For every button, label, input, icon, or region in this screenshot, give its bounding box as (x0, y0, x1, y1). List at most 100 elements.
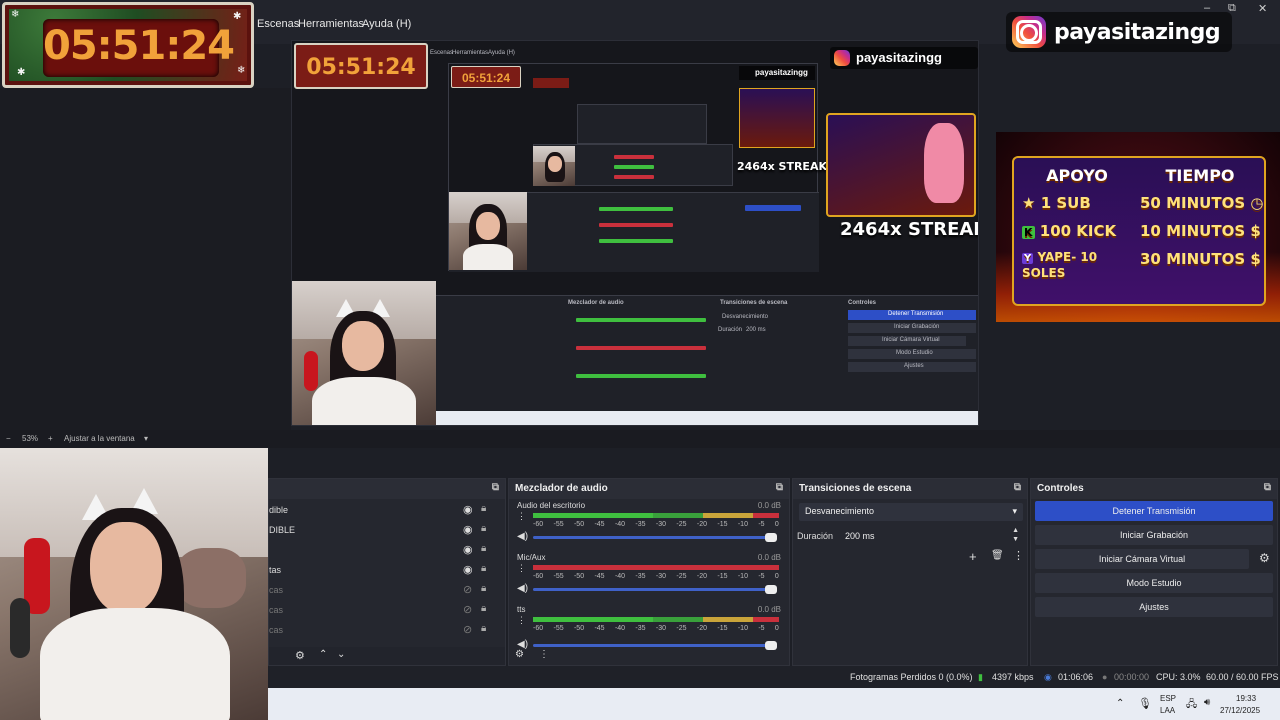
streak-label: 2464x STREAK (840, 219, 979, 240)
channel-name: Audio del escritorio (517, 501, 586, 510)
nested-studio-mode-label: Modo Estudio (896, 350, 933, 356)
network-icon[interactable]: 🖧︎ (1186, 697, 1197, 714)
chevron-up-icon[interactable]: ⌃ (319, 649, 327, 660)
virtual-camera-button[interactable]: Iniciar Cámara Virtual (1035, 549, 1249, 569)
eye-hidden-icon[interactable]: ⊘ (463, 603, 472, 616)
chevron-down-icon[interactable]: ▾ (144, 434, 148, 443)
lock-icon[interactable]: 🔒︎ (481, 543, 486, 554)
undock-icon[interactable]: ⧉ (776, 482, 783, 493)
undock-icon[interactable]: ⧉ (1014, 482, 1021, 493)
nested-menu-herramientas: Herramientas (452, 50, 489, 56)
source-row[interactable]: DIBLE ◉ 🔒︎ (269, 521, 505, 541)
support-row-yape-left: Y YAPE- 10 SOLES (1022, 250, 1132, 280)
volume-meter: -60 -55 -50 -45 -40 -35 -30 -25 -20 -15 -10 -5 0 (533, 565, 779, 580)
stop-stream-button[interactable]: Detener Transmisión (1035, 501, 1273, 521)
undock-icon[interactable]: ⧉ (492, 482, 499, 493)
sources-toolbar: ⚙ ⌃ ⌄ (269, 647, 505, 665)
eye-hidden-icon[interactable]: ⊘ (463, 623, 472, 636)
kebab-menu-icon[interactable]: ⋮ (1013, 549, 1024, 562)
zoom-out-button[interactable]: − (6, 434, 11, 443)
speaker-icon[interactable]: ◀) (517, 583, 528, 594)
volume-slider[interactable] (533, 533, 777, 542)
lock-icon[interactable]: 🔒︎ (481, 523, 486, 534)
source-name: dible (269, 505, 289, 515)
undock-icon[interactable]: ⧉ (1264, 482, 1271, 493)
fps: 60.00 / 60.00 FPS (1206, 672, 1279, 682)
nested-handle: payasitazingg (755, 68, 808, 77)
start-record-button[interactable]: Iniciar Grabación (1035, 525, 1273, 545)
nested-timer: 05:51:24 (294, 43, 428, 89)
eye-icon[interactable]: ◉ (463, 543, 473, 556)
volume-slider[interactable] (533, 585, 777, 594)
lock-icon[interactable]: 🔒︎ (481, 623, 486, 634)
support-card: APOYO TIEMPO ★ 1 SUB 50 MINUTOS ◷ K 100 … (1012, 156, 1266, 306)
language-top[interactable]: ESP (1160, 694, 1176, 703)
add-transition-icon[interactable]: + (969, 549, 977, 564)
nested-webcam (292, 281, 436, 425)
meter-tick-label: -60 (533, 573, 544, 580)
kebab-menu-icon[interactable]: ⋮ (517, 511, 526, 522)
meter-tick-label: -50 (573, 625, 585, 632)
support-row-sub-value: 50 MINUTOS (1140, 194, 1246, 212)
transition-select[interactable]: Desvanecimiento ▾ (799, 503, 1023, 521)
nested-controls-title: Controles (848, 300, 877, 306)
money-bag-icon: $ (1250, 250, 1261, 268)
zoom-in-button[interactable]: + (48, 434, 53, 443)
nested-menu-escenas: Escenas (430, 50, 454, 56)
source-name: cas (269, 625, 284, 635)
clock-date[interactable]: 27/12/2025 (1220, 706, 1260, 715)
lock-icon[interactable]: 🔒︎ (481, 503, 486, 514)
stepper-down-icon[interactable]: ▼ (1012, 536, 1019, 543)
support-row-sub-label: 1 SUB (1040, 194, 1091, 212)
zoom-fit-select[interactable]: Ajustar a la ventana (64, 434, 135, 443)
microphone-icon[interactable]: 🎙︎ (1138, 697, 1152, 710)
timer-value: 05:51:24 (43, 23, 235, 69)
support-panel: APOYO TIEMPO ★ 1 SUB 50 MINUTOS ◷ K 100 … (996, 132, 1280, 322)
eye-icon[interactable]: ◉ (463, 523, 473, 536)
kebab-menu-icon[interactable]: ⋮ (539, 649, 549, 660)
language-bottom[interactable]: LAA (1160, 706, 1175, 715)
eye-icon[interactable]: ◉ (463, 563, 473, 576)
trash-icon[interactable]: 🗑︎ (991, 550, 1004, 561)
speaker-icon[interactable]: ◀) (517, 531, 528, 542)
volume-meter: -60 -55 -50 -45 -40 -35 -30 -25 -20 -15 -10 -5 0 (533, 617, 779, 632)
eye-icon[interactable]: ◉ (463, 503, 473, 516)
studio-mode-button[interactable]: Modo Estudio (1035, 573, 1273, 593)
meter-tick-label: -45 (594, 521, 605, 528)
source-row[interactable]: ◉ 🔒︎ (269, 541, 505, 561)
lock-icon[interactable]: 🔒︎ (481, 603, 486, 614)
volume-slider[interactable] (533, 641, 777, 650)
source-row[interactable]: cas ⊘ 🔒︎ (269, 621, 505, 641)
duration-input[interactable]: 200 ms ▲ ▼ (839, 527, 1023, 545)
lock-icon[interactable]: 🔒︎ (481, 563, 486, 574)
source-row[interactable]: dible ◉ 🔒︎ (269, 501, 505, 521)
star-icon: ★ (1022, 194, 1036, 212)
chevron-down-icon[interactable]: ⌄ (337, 649, 345, 660)
source-row[interactable]: cas ⊘ 🔒︎ (269, 601, 505, 621)
close-button[interactable]: ✕ (1258, 2, 1267, 15)
stepper-up-icon[interactable]: ▲ (1012, 527, 1019, 534)
source-row[interactable]: tas ◉ 🔒︎ (269, 561, 505, 581)
chevron-up-icon[interactable]: ⌃ (1116, 698, 1124, 709)
nested-timer-small: 05:51:24 (451, 66, 521, 88)
preview-canvas[interactable]: 05:51:24 Escenas Herramientas Ayuda (H) … (291, 40, 979, 426)
settings-button[interactable]: Ajustes (1035, 597, 1273, 617)
gear-icon[interactable]: ⚙ (1259, 551, 1270, 565)
volume-icon[interactable]: 🔊︎ (1204, 697, 1210, 708)
clock-time[interactable]: 19:33 (1236, 694, 1256, 703)
menu-escenas[interactable]: Escenas (257, 18, 299, 30)
kebab-menu-icon[interactable]: ⋮ (517, 563, 526, 574)
kebab-menu-icon[interactable]: ⋮ (517, 615, 526, 626)
lock-icon[interactable]: 🔒︎ (481, 583, 486, 594)
gear-icon[interactable]: ⚙ (295, 649, 305, 662)
nested-webcam-thumb (449, 192, 527, 270)
volume-meter: -60 -55 -50 -45 -40 -35 -30 -25 -20 -15 -10 -5 0 (533, 513, 779, 528)
gear-icon[interactable]: ⚙ (515, 649, 524, 660)
menu-herramientas[interactable]: Herramientas (298, 18, 364, 30)
source-row[interactable]: cas ⊘ 🔒︎ (269, 581, 505, 601)
sources-dock-title: ⧉ (269, 479, 505, 499)
eye-hidden-icon[interactable]: ⊘ (463, 583, 472, 596)
duration-label: Duración (797, 531, 834, 541)
menu-ayuda[interactable]: Ayuda (H) (362, 18, 411, 30)
bitrate: 4397 kbps (992, 672, 1034, 682)
